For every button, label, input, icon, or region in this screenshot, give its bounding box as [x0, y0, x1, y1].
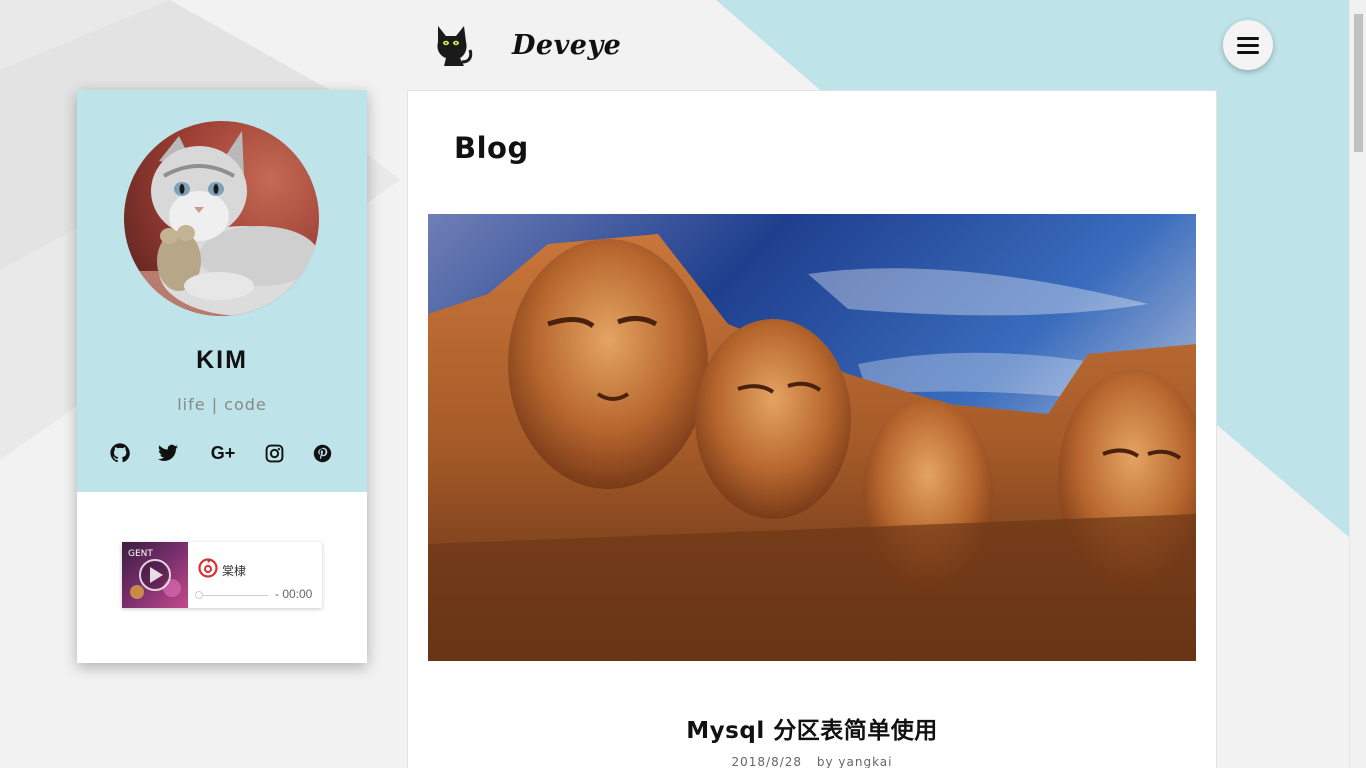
post-date: 2018/8/28	[731, 755, 803, 768]
profile-name: KIM	[196, 346, 248, 374]
black-cat-icon	[437, 26, 473, 66]
profile-bio: life | code	[177, 395, 267, 414]
hamburger-menu-icon	[1237, 37, 1259, 54]
song-title: 棠棣	[222, 564, 247, 578]
github-icon[interactable]	[108, 440, 132, 466]
progress-track[interactable]	[198, 595, 268, 596]
brand[interactable]: Deveye	[434, 22, 621, 68]
post-meta: 2018/8/28 by yangkai	[408, 755, 1216, 768]
page-title: Blog	[454, 131, 529, 165]
progress-knob[interactable]	[195, 591, 203, 599]
social-links: G+	[77, 440, 367, 466]
scrollbar[interactable]	[1349, 0, 1366, 768]
netease-music-icon	[198, 558, 218, 578]
main-content: Blog Mysql 分区表简单使用 2018/8/28 by yangkai	[407, 90, 1217, 768]
instagram-icon[interactable]	[262, 440, 286, 466]
twitter-icon[interactable]	[156, 440, 180, 466]
post-title[interactable]: Mysql 分区表简单使用	[408, 711, 1216, 745]
brand-name[interactable]: Deveye	[512, 30, 621, 61]
scrollbar-thumb[interactable]	[1354, 14, 1363, 152]
music-player: GENT 棠棣 - 00:00	[122, 542, 322, 608]
profile-header: KIM life | code G+	[77, 90, 367, 492]
google-plus-icon[interactable]: G+	[209, 440, 237, 466]
avatar	[124, 121, 319, 316]
pinterest-icon[interactable]	[310, 440, 334, 466]
menu-button[interactable]	[1223, 20, 1273, 70]
post-cover-image[interactable]	[428, 214, 1196, 661]
svg-text:GENT: GENT	[128, 549, 153, 559]
post-author[interactable]: by yangkai	[817, 755, 893, 768]
profile-card: KIM life | code G+ GENT 棠棣 - 00:00	[77, 90, 367, 663]
time-display: - 00:00	[275, 587, 313, 601]
album-cover[interactable]: GENT	[122, 542, 188, 608]
